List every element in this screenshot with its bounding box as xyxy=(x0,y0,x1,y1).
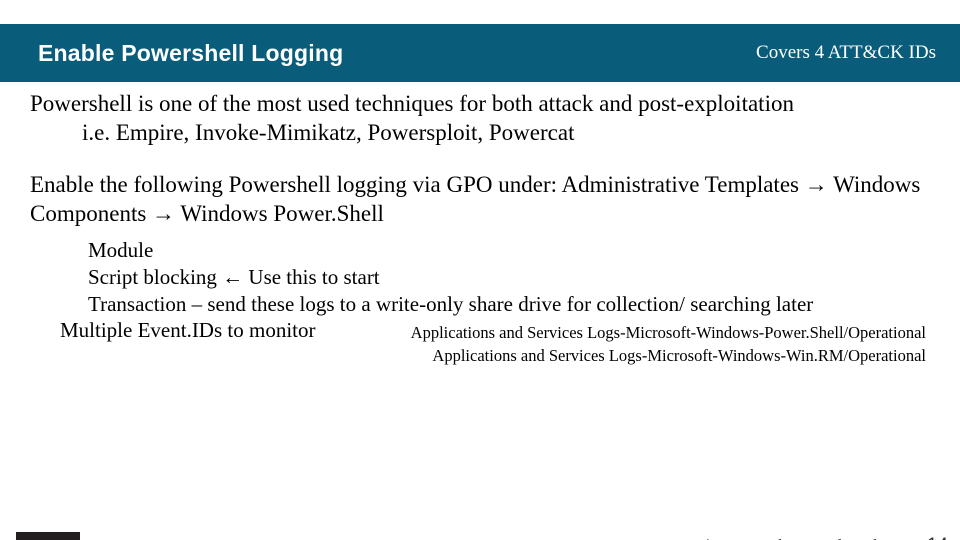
log-path-winrm: Applications and Services Logs-Microsoft… xyxy=(30,345,926,367)
coverage-badge: Covers 4 ATT&CK IDs xyxy=(756,42,936,64)
footer-right: SEC 555 | SIEM with Tactical Analytics 1… xyxy=(643,535,948,540)
slide: Enable Powershell Logging Covers 4 ATT&C… xyxy=(0,24,960,540)
gpo-paragraph: Enable the following Powershell logging … xyxy=(30,170,930,229)
bullet-module: Module xyxy=(30,237,930,264)
bullet-transaction: Transaction – send these logs to a write… xyxy=(30,291,930,318)
slide-title: Enable Powershell Logging xyxy=(38,40,343,67)
sans-logo: SANS xyxy=(16,532,80,540)
footer: SANS SEC 555 | SIEM with Tactical Analyt… xyxy=(0,528,960,540)
bullet-scriptblock: Script blocking ← Use this to start xyxy=(30,264,930,291)
intro-examples: i.e. Empire, Invoke-Mimikatz, Powersploi… xyxy=(30,118,930,147)
course-label: SEC 555 | SIEM with Tactical Analytics xyxy=(643,536,909,540)
title-bar: Enable Powershell Logging Covers 4 ATT&C… xyxy=(0,24,960,82)
slide-body: Powershell is one of the most used techn… xyxy=(0,82,960,367)
intro-paragraph: Powershell is one of the most used techn… xyxy=(30,89,930,118)
page-number: 14 xyxy=(927,535,948,540)
